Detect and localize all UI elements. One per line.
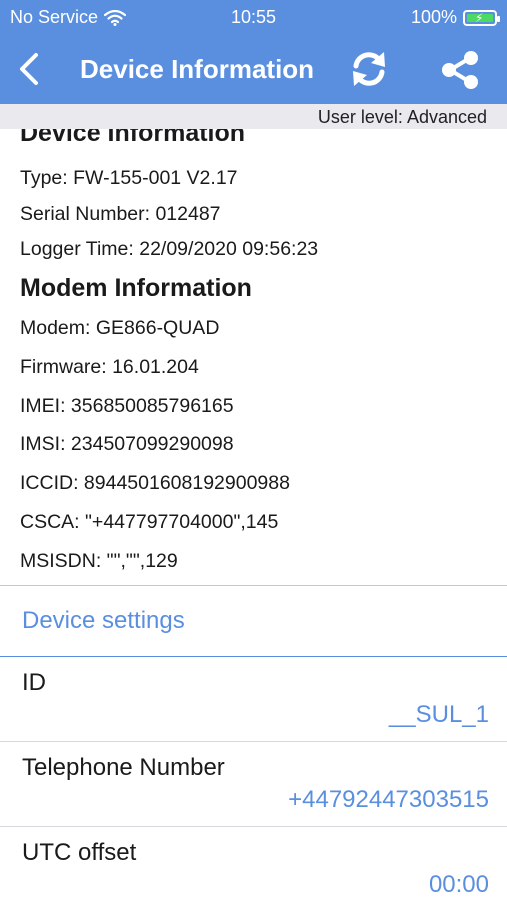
back-button[interactable] [14, 51, 44, 87]
modem-msisdn: MSISDN: "","",129 [20, 550, 178, 572]
back-chevron-icon [20, 53, 38, 85]
modem-csca: CSCA: "+447797704000",145 [20, 511, 279, 533]
setting-label: UTC offset [22, 839, 137, 866]
setting-row-id[interactable]: ID __SUL_1 [0, 657, 507, 741]
serial-number: Serial Number: 012487 [20, 203, 221, 225]
battery-percent: 100% [410, 7, 457, 27]
battery-icon: ⚡ [463, 9, 500, 26]
share-icon [442, 51, 478, 89]
setting-label: ID [22, 669, 46, 696]
status-bar: No Service 10:55 100% ⚡ [0, 0, 507, 34]
top-bar: No Service 10:55 100% ⚡ Device Informati… [0, 0, 507, 104]
setting-row-telephone[interactable]: Telephone Number +44792447303515 [0, 742, 507, 826]
modem-imsi: IMSI: 234507099290098 [20, 433, 234, 455]
setting-row-utc-offset[interactable]: UTC offset 00:00 [0, 827, 507, 900]
nav-bar: Device Information [0, 34, 507, 104]
refresh-button[interactable] [348, 48, 390, 90]
device-info-title: Device Information [20, 129, 246, 147]
modem-firmware: Firmware: 16.01.204 [20, 356, 199, 378]
setting-value: 00:00 [428, 871, 489, 898]
device-settings-header: Device settings [22, 607, 185, 634]
modem-info-title: Modem Information [20, 274, 252, 302]
status-right: 100% ⚡ [410, 7, 500, 28]
nav-title: Device Information [80, 54, 315, 84]
user-level-text: User level: Advanced [317, 107, 487, 127]
setting-value: +44792447303515 [288, 786, 489, 813]
setting-label: Telephone Number [22, 754, 225, 781]
modem-imei: IMEI: 356850085796165 [20, 395, 234, 417]
logger-time: Logger Time: 22/09/2020 09:56:23 [20, 238, 319, 260]
modem-iccid: ICCID: 8944501608192900988 [20, 472, 290, 494]
refresh-icon [353, 52, 385, 86]
setting-value: __SUL_1 [388, 701, 489, 728]
modem-model: Modem: GE866-QUAD [20, 317, 220, 339]
user-level-bar: User level: Advanced [0, 104, 507, 129]
section-divider [0, 585, 507, 586]
device-type: Type: FW-155-001 V2.17 [20, 167, 238, 189]
content-scroll[interactable]: Device Information Type: FW-155-001 V2.1… [0, 129, 507, 900]
share-button[interactable] [440, 50, 480, 90]
